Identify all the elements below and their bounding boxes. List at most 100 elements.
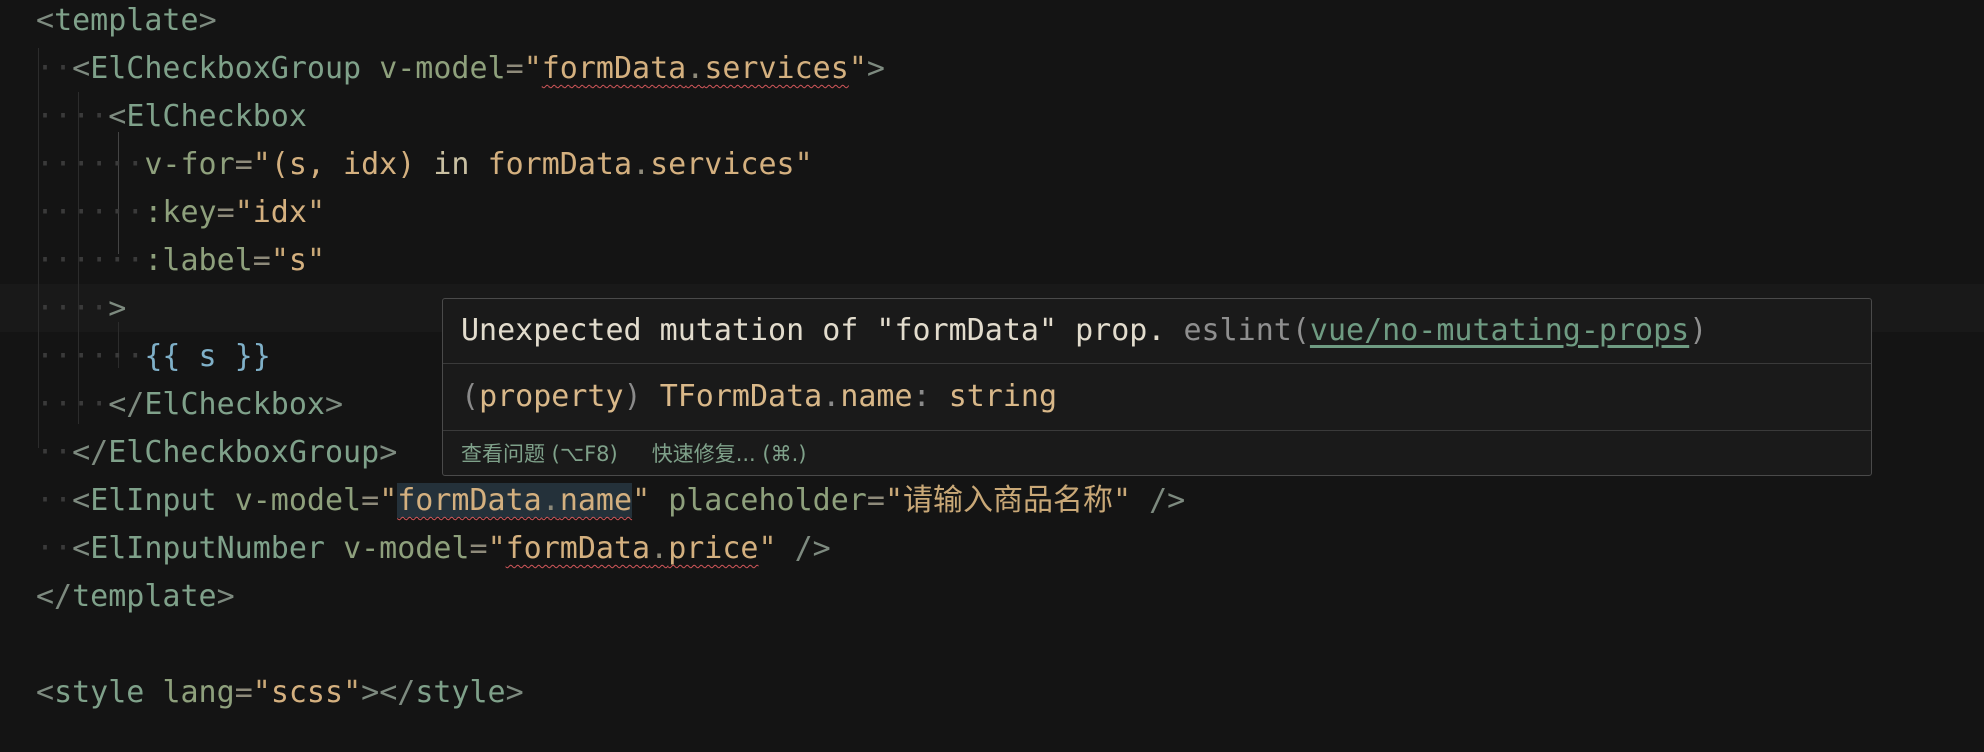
identifier-price[interactable]: price	[668, 531, 758, 566]
hover-tooltip[interactable]: Unexpected mutation of "formData" prop. …	[442, 298, 1872, 476]
whitespace: ······	[36, 195, 145, 230]
quote: "	[1113, 483, 1132, 518]
quote: "	[379, 483, 398, 518]
whitespace: ····	[36, 99, 109, 134]
quick-fix-link[interactable]: 快速修复... (⌘.)	[652, 442, 807, 466]
attribute-name: v-model	[234, 483, 362, 518]
identifier-formdata[interactable]: formData	[542, 51, 687, 86]
tag-bracket: </	[108, 387, 145, 422]
code-line-11[interactable]: ··<ElInput v-model="formData.name" place…	[36, 477, 1185, 525]
code-line-15[interactable]: <style lang="scss"></style>	[36, 669, 524, 717]
diagnostic-source: )	[1689, 313, 1708, 348]
attribute-value: idx	[252, 195, 307, 230]
operator: =	[216, 195, 235, 230]
code-line-7[interactable]: ····>	[36, 285, 126, 333]
whitespace: ······	[36, 243, 145, 278]
attribute-name: lang	[162, 675, 235, 710]
code-line-3[interactable]: ····<ElCheckbox	[36, 93, 307, 141]
diagnostic-message: Unexpected mutation of "formData" prop.	[461, 313, 1166, 348]
code-line-2[interactable]: ··<ElCheckboxGroup v-model="formData.ser…	[36, 45, 885, 93]
attribute-name: v-for	[144, 147, 235, 182]
tag-name: style	[54, 675, 145, 710]
attribute-value: s	[288, 243, 307, 278]
tag-name: style	[415, 675, 506, 710]
identifier-formdata[interactable]: formData	[506, 531, 651, 566]
whitespace: ······	[36, 147, 145, 182]
tag-name: ElCheckboxGroup	[108, 435, 380, 470]
eslint-rule-link[interactable]: vue/no-mutating-props	[1310, 313, 1689, 348]
attribute-name: v-model	[343, 531, 470, 566]
attribute-name: :key	[144, 195, 217, 230]
tag-bracket: <	[72, 51, 91, 86]
tag-name: ElInputNumber	[90, 531, 325, 566]
operator: .	[686, 51, 705, 86]
quote: "	[758, 531, 777, 566]
code-line-10[interactable]: ··</ElCheckboxGroup>	[36, 429, 397, 477]
identifier-name[interactable]: name	[560, 483, 632, 518]
tag-bracket: >	[379, 435, 398, 470]
tag-name: ElInput	[90, 483, 217, 518]
code-line-4[interactable]: ······v-for="(s, idx) in formData.servic…	[36, 141, 813, 189]
code-line-6[interactable]: ······:label="s"	[36, 237, 325, 285]
signature-dot: .	[822, 379, 841, 414]
identifier-formdata-hovered[interactable]: formData	[397, 483, 542, 518]
code-editor[interactable]: <template> ··<ElCheckboxGroup v-model="f…	[0, 0, 1984, 752]
attribute-name: v-model	[379, 51, 506, 86]
tag-bracket: >	[198, 3, 217, 38]
code-line-8[interactable]: ······{{ s }}	[36, 333, 271, 381]
hover-actions: 查看问题 (⌥F8) 快速修复... (⌘.)	[443, 431, 1871, 477]
quote: "	[306, 195, 325, 230]
tag-name: ElCheckbox	[126, 99, 307, 134]
signature-kind: property	[479, 379, 624, 414]
operator: =	[252, 243, 271, 278]
tag-bracket: >	[108, 291, 127, 326]
tag-bracket: <	[72, 531, 91, 566]
loop-expression: (s, idx)	[270, 147, 416, 182]
tag-bracket: <	[108, 99, 127, 134]
quote: "	[306, 243, 325, 278]
tag-name: ElCheckbox	[144, 387, 325, 422]
signature-paren: )	[623, 379, 642, 414]
signature-paren: (	[461, 379, 480, 414]
diagnostic-message-row: Unexpected mutation of "formData" prop. …	[443, 299, 1871, 364]
identifier-services[interactable]: services	[704, 51, 849, 86]
code-line-12[interactable]: ··<ElInputNumber v-model="formData.price…	[36, 525, 831, 573]
operator: =	[469, 531, 488, 566]
tag-bracket: />	[776, 531, 831, 566]
operator: .	[650, 531, 669, 566]
code-line-9[interactable]: ····</ElCheckbox>	[36, 381, 343, 429]
attribute-value: scss	[270, 675, 344, 710]
quote: "	[487, 531, 506, 566]
type-signature: (property) TFormData.name: string	[443, 364, 1871, 431]
operator: =	[234, 147, 253, 182]
operator: =	[505, 51, 524, 86]
view-problem-link[interactable]: 查看问题 (⌥F8)	[461, 442, 618, 466]
signature-owner: TFormData	[659, 379, 823, 414]
tag-bracket: >	[325, 387, 344, 422]
code-line-13[interactable]: </template>	[36, 573, 235, 621]
placeholder-string: 请输入商品名称	[903, 483, 1113, 518]
signature-type: string	[948, 379, 1058, 414]
tag-bracket: </	[72, 435, 109, 470]
quote: "	[794, 147, 813, 182]
quote: "	[252, 675, 271, 710]
whitespace: ····	[36, 387, 109, 422]
operator: .	[632, 147, 651, 182]
whitespace: ··	[36, 483, 73, 518]
identifier-services[interactable]: services	[650, 147, 795, 182]
code-line-5[interactable]: ······:key="idx"	[36, 189, 325, 237]
whitespace: ······	[36, 339, 145, 374]
quote: "	[848, 51, 867, 86]
signature-name: name	[840, 379, 913, 414]
tag-bracket: </	[36, 579, 73, 614]
code-line-1[interactable]: <template>	[36, 0, 217, 45]
tag-bracket: >	[505, 675, 524, 710]
whitespace: ··	[36, 51, 73, 86]
whitespace: ··	[36, 531, 73, 566]
tag-bracket: />	[1131, 483, 1186, 518]
tag-bracket: <	[36, 675, 55, 710]
operator: =	[361, 483, 380, 518]
identifier-formdata[interactable]: formData	[488, 147, 633, 182]
tag-bracket: <	[36, 3, 55, 38]
diagnostic-source: eslint(	[1183, 313, 1310, 348]
